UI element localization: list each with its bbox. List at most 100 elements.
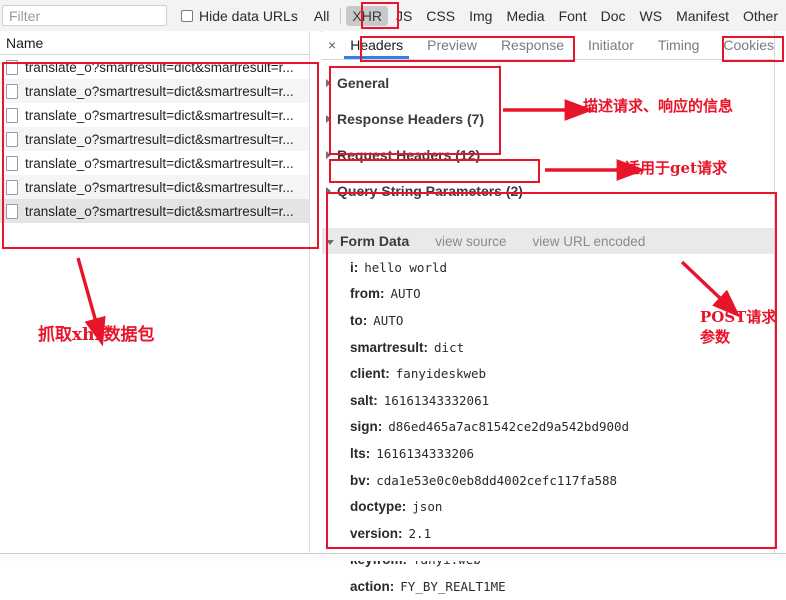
request-list-panel: Name translate_o?smartresult=dict&smartr… xyxy=(0,31,321,553)
filter-type-font[interactable]: Font xyxy=(553,6,593,26)
document-icon xyxy=(6,203,18,219)
list-item: sign: d86ed465a7ac81542ce2d9a542bd900d xyxy=(322,414,786,441)
form-data-rows: i: hello world from: AUTO to: AUTO smart… xyxy=(322,254,786,600)
chevron-right-icon xyxy=(326,151,331,159)
tab-initiator[interactable]: Initiator xyxy=(576,32,646,59)
document-icon xyxy=(6,107,18,123)
tab-response[interactable]: Response xyxy=(489,32,576,59)
filter-input[interactable]: Filter xyxy=(2,5,167,26)
hide-data-urls-checkbox-wrap[interactable]: Hide data URLs xyxy=(181,8,298,24)
view-source-link[interactable]: view source xyxy=(435,234,506,249)
headers-body: General Response Headers (7) Request Hea… xyxy=(322,68,786,594)
list-item: to: AUTO xyxy=(322,307,786,334)
section-request-headers[interactable]: Request Headers (12) xyxy=(322,140,786,170)
table-row[interactable]: translate_o?smartresult=dict&smartresult… xyxy=(0,175,320,199)
network-toolbar: Filter Hide data URLs All XHR JS CSS Img… xyxy=(0,0,786,32)
filter-type-css[interactable]: CSS xyxy=(420,6,461,26)
table-row[interactable]: translate_o?smartresult=dict&smartresult… xyxy=(0,55,320,79)
request-name: translate_o?smartresult=dict&smartresult… xyxy=(25,83,294,99)
filter-type-img[interactable]: Img xyxy=(463,6,498,26)
form-data-value: dict xyxy=(434,339,465,355)
form-data-label: Form Data xyxy=(340,233,410,249)
form-data-key: client: xyxy=(350,366,390,382)
form-data-value: d86ed465a7ac81542ce2d9a542bd900d xyxy=(388,419,630,435)
document-icon xyxy=(6,59,18,75)
close-icon[interactable]: × xyxy=(326,37,338,53)
section-label: Query String Parameters (2) xyxy=(337,183,523,199)
tab-headers[interactable]: Headers xyxy=(338,32,415,59)
form-data-value: 2.1 xyxy=(408,525,432,541)
section-label: General xyxy=(337,75,390,91)
section-query-string-parameters[interactable]: Query String Parameters (2) xyxy=(322,176,786,206)
form-data-value: AUTO xyxy=(373,312,404,328)
filter-type-js[interactable]: JS xyxy=(390,6,418,26)
form-data-key: bv: xyxy=(350,472,371,488)
table-row[interactable]: translate_o?smartresult=dict&smartresult… xyxy=(0,127,320,151)
chevron-right-icon xyxy=(326,115,331,123)
list-item: version: 2.1 xyxy=(322,520,786,547)
list-item: lts: 1616134333206 xyxy=(322,440,786,467)
toolbar-divider xyxy=(340,7,342,24)
request-name: translate_o?smartresult=dict&smartresult… xyxy=(25,107,294,123)
form-data-value: cda1e53e0c0eb8dd4002cefc117fa588 xyxy=(376,472,618,488)
table-row[interactable]: translate_o?smartresult=dict&smartresult… xyxy=(0,79,320,103)
view-url-encoded-link[interactable]: view URL encoded xyxy=(533,234,646,249)
list-item: i: hello world xyxy=(322,254,786,281)
list-item: smartresult: dict xyxy=(322,334,786,361)
filter-type-ws[interactable]: WS xyxy=(634,6,669,26)
form-data-value: 16161343332061 xyxy=(383,392,490,408)
filter-placeholder: Filter xyxy=(9,7,41,24)
form-data-key: version: xyxy=(350,525,403,541)
request-details-panel: × Headers Preview Response Initiator Tim… xyxy=(322,31,786,594)
request-list: translate_o?smartresult=dict&smartresult… xyxy=(0,55,320,223)
filter-type-doc[interactable]: Doc xyxy=(595,6,632,26)
request-name: translate_o?smartresult=dict&smartresult… xyxy=(25,203,294,219)
filter-type-media[interactable]: Media xyxy=(500,6,550,26)
hide-data-urls-checkbox[interactable] xyxy=(181,9,193,22)
section-general[interactable]: General xyxy=(322,68,786,98)
form-data-value: json xyxy=(412,499,443,515)
form-data-key: from: xyxy=(350,286,385,302)
filter-type-all[interactable]: All xyxy=(308,6,336,26)
section-response-headers[interactable]: Response Headers (7) xyxy=(322,104,786,134)
document-icon xyxy=(6,155,18,171)
section-form-data[interactable]: Form Data view source view URL encoded xyxy=(322,228,786,254)
request-list-header: Name xyxy=(0,31,320,55)
chevron-right-icon xyxy=(326,79,331,87)
resource-type-filters: All XHR JS CSS Img Media Font Doc WS Man… xyxy=(308,5,786,26)
details-tabbar: × Headers Preview Response Initiator Tim… xyxy=(322,31,786,60)
table-row-selected[interactable]: translate_o?smartresult=dict&smartresult… xyxy=(0,199,320,223)
request-name: translate_o?smartresult=dict&smartresult… xyxy=(25,59,294,75)
request-name: translate_o?smartresult=dict&smartresult… xyxy=(25,179,294,195)
filter-type-xhr[interactable]: XHR xyxy=(346,5,388,26)
form-data-key: lts: xyxy=(350,445,371,461)
form-data-key: smartresult: xyxy=(350,339,429,355)
column-header-name: Name xyxy=(6,34,44,51)
bottom-status-strip xyxy=(0,553,786,561)
list-item: doctype: json xyxy=(322,493,786,520)
table-row[interactable]: translate_o?smartresult=dict&smartresult… xyxy=(0,103,320,127)
form-data-key: sign: xyxy=(350,419,383,435)
form-data-key: salt: xyxy=(350,392,378,408)
details-scrollbar[interactable] xyxy=(774,31,786,553)
form-data-value: hello world xyxy=(364,259,448,275)
request-name: translate_o?smartresult=dict&smartresult… xyxy=(25,131,294,147)
form-data-value: fanyideskweb xyxy=(395,366,487,382)
section-label: Request Headers (12) xyxy=(337,147,481,163)
filter-type-manifest[interactable]: Manifest xyxy=(670,6,735,26)
form-data-key: to: xyxy=(350,312,368,328)
tab-timing[interactable]: Timing xyxy=(646,32,712,59)
chevron-down-icon xyxy=(326,239,334,245)
document-icon xyxy=(6,179,18,195)
document-icon xyxy=(6,131,18,147)
request-list-scrollbar[interactable] xyxy=(309,31,321,553)
form-data-value: AUTO xyxy=(390,286,421,302)
list-item: bv: cda1e53e0c0eb8dd4002cefc117fa588 xyxy=(322,467,786,494)
section-label: Response Headers (7) xyxy=(337,111,485,127)
tab-preview[interactable]: Preview xyxy=(415,32,489,59)
form-data-key: doctype: xyxy=(350,499,407,515)
table-row[interactable]: translate_o?smartresult=dict&smartresult… xyxy=(0,151,320,175)
devtools-network-panel: Filter Hide data URLs All XHR JS CSS Img… xyxy=(0,0,786,594)
filter-type-other[interactable]: Other xyxy=(737,6,784,26)
form-data-value: FY_BY_REALT1ME xyxy=(400,578,506,594)
